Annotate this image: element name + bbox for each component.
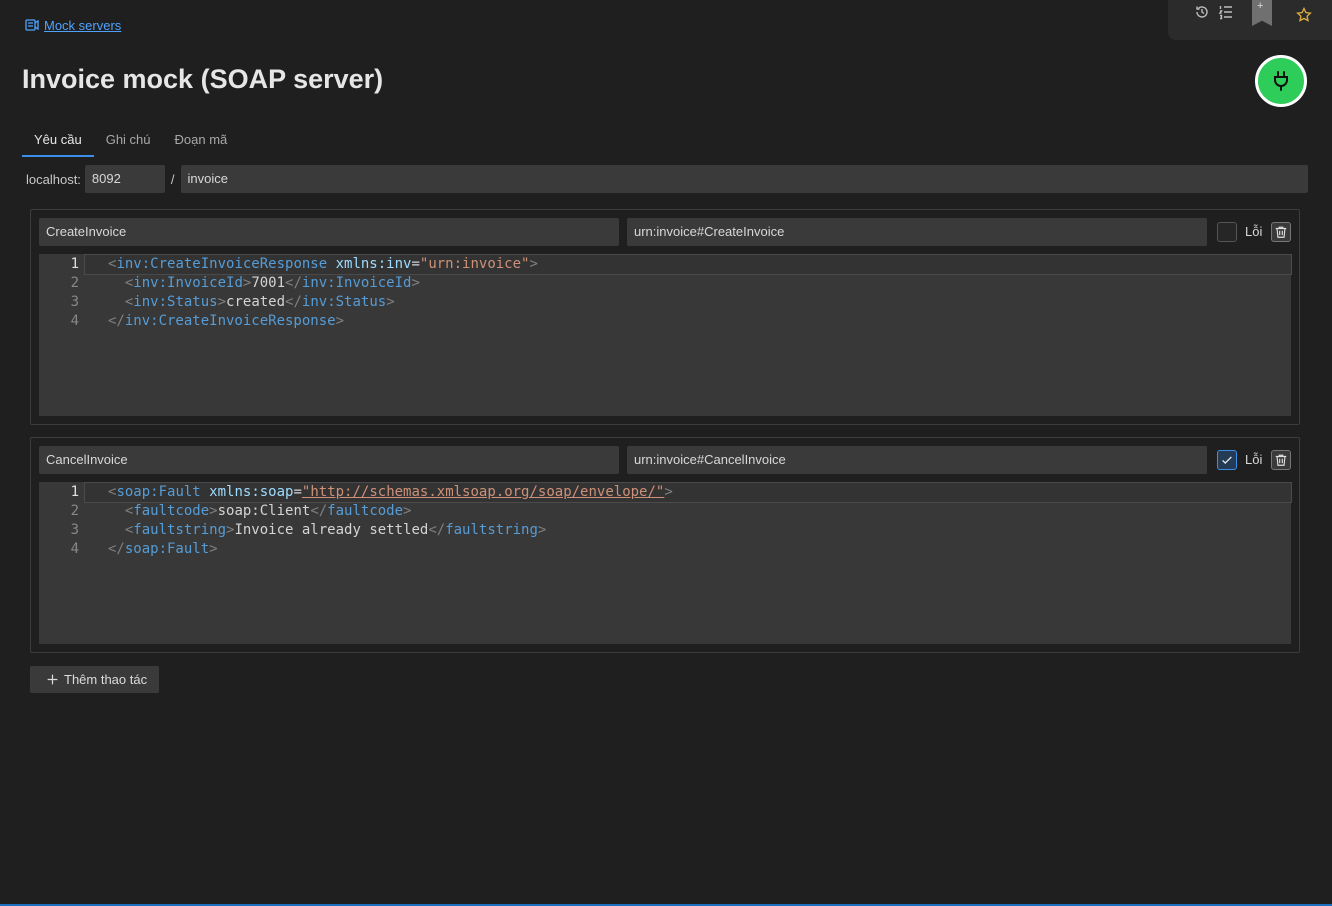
line-number: 3 (70, 294, 79, 310)
code-line: 2 <inv:InvoiceId>7001</inv:InvoiceId> (39, 274, 1291, 293)
xml-tag: soap:Fault (124, 541, 210, 557)
soap-action-input[interactable]: urn:invoice#CancelInvoice (627, 446, 1207, 474)
soap-action-input[interactable]: urn:invoice#CreateInvoice (627, 218, 1207, 246)
operation-card: CancelInvoice urn:invoice#CancelInvoice … (30, 437, 1300, 653)
trash-icon (1275, 454, 1287, 466)
fault-checkbox[interactable] (1217, 450, 1237, 470)
xml-text: 7001 (251, 275, 286, 291)
xml-tag: inv:Status (133, 294, 218, 310)
xml-tag: faultcode (327, 503, 404, 519)
line-number: 1 (70, 484, 79, 500)
code-line: 4 </inv:CreateInvoiceResponse> (39, 312, 1291, 331)
tab-snippets[interactable]: Đoạn mã (163, 124, 240, 157)
code-line: 1 <inv:CreateInvoiceResponse xmlns:inv="… (39, 254, 1292, 275)
checkmark-icon (1222, 456, 1232, 465)
xml-tag: faultstring (133, 522, 227, 538)
xml-tag: inv:CreateInvoiceResponse (116, 256, 328, 272)
plus-icon (47, 674, 58, 685)
xml-tag: inv:CreateInvoiceResponse (124, 313, 336, 329)
xml-attr: xmlns:soap (209, 484, 294, 500)
path-input[interactable]: invoice (180, 165, 1308, 193)
operation-name-input[interactable]: CancelInvoice (39, 446, 619, 474)
breadcrumb-link-mock-servers[interactable]: Mock servers (44, 18, 121, 33)
history-icon[interactable] (1194, 4, 1210, 20)
fault-label: Lỗi (1245, 224, 1263, 239)
add-operation-label: Thêm thao tác (64, 672, 148, 687)
xml-text: Invoice already settled (234, 522, 429, 538)
xml-tag: inv:InvoiceId (301, 275, 412, 291)
xml-tag: faultcode (133, 503, 210, 519)
list-icon[interactable] (1218, 4, 1234, 20)
code-line: 3 <inv:Status>created</inv:Status> (39, 293, 1291, 312)
path-separator: / (170, 171, 175, 187)
xml-tag: inv:Status (301, 294, 387, 310)
response-body-editor[interactable]: 1 <soap:Fault xmlns:soap="http://schemas… (39, 482, 1292, 644)
line-number: 4 (70, 541, 79, 557)
code-line: 1 <soap:Fault xmlns:soap="http://schemas… (39, 482, 1292, 503)
port-input[interactable]: 8092 (84, 165, 165, 193)
xml-text: created (226, 294, 286, 310)
top-toolbar: + (1168, 0, 1332, 40)
tab-notes[interactable]: Ghi chú (94, 124, 163, 157)
operation-name-input[interactable]: CreateInvoice (39, 218, 619, 246)
code-line: 2 <faultcode>soap:Client</faultcode> (39, 502, 1291, 521)
bookmark-plus: + (1257, 0, 1264, 12)
page-title: Invoice mock (SOAP server) (22, 64, 384, 94)
delete-operation-button[interactable] (1271, 222, 1291, 242)
response-body-editor[interactable]: 1 <inv:CreateInvoiceResponse xmlns:inv="… (39, 254, 1292, 416)
tab-bar: Yêu cầu Ghi chú Đoạn mã (22, 124, 239, 157)
bookmark-icon[interactable]: + (1252, 0, 1272, 26)
server-power-toggle[interactable] (1255, 55, 1307, 107)
host-label: localhost: (26, 171, 81, 187)
power-plug-icon (1274, 71, 1288, 91)
line-number: 4 (70, 313, 79, 329)
line-number: 2 (70, 503, 79, 519)
code-line: 4 </soap:Fault> (39, 540, 1291, 559)
xml-text: soap:Client (217, 503, 311, 519)
breadcrumb[interactable]: Mock servers (24, 17, 121, 33)
xml-attr-value: "http://schemas.xmlsoap.org/soap/envelop… (301, 484, 665, 500)
fault-label: Lỗi (1245, 452, 1263, 467)
line-number: 3 (70, 522, 79, 538)
line-number: 2 (70, 275, 79, 291)
server-link-icon (25, 19, 39, 31)
add-operation-button[interactable]: Thêm thao tác (30, 666, 160, 693)
endpoint-row: localhost: 8092 / invoice (26, 165, 1308, 193)
tab-requests[interactable]: Yêu cầu (22, 124, 94, 157)
xml-tag: faultstring (445, 522, 538, 538)
xml-tag: inv:InvoiceId (133, 275, 243, 291)
xml-attr-value: "urn:invoice" (419, 256, 530, 272)
delete-operation-button[interactable] (1271, 450, 1291, 470)
xml-attr: xmlns:inv (335, 256, 412, 272)
line-number: 1 (70, 256, 79, 272)
star-icon[interactable] (1296, 7, 1312, 23)
code-line: 3 <faultstring>Invoice already settled</… (39, 521, 1291, 540)
xml-tag: soap:Fault (116, 484, 201, 500)
trash-icon (1275, 226, 1287, 238)
operation-card: CreateInvoice urn:invoice#CreateInvoice … (30, 209, 1300, 425)
fault-checkbox[interactable] (1217, 222, 1237, 242)
